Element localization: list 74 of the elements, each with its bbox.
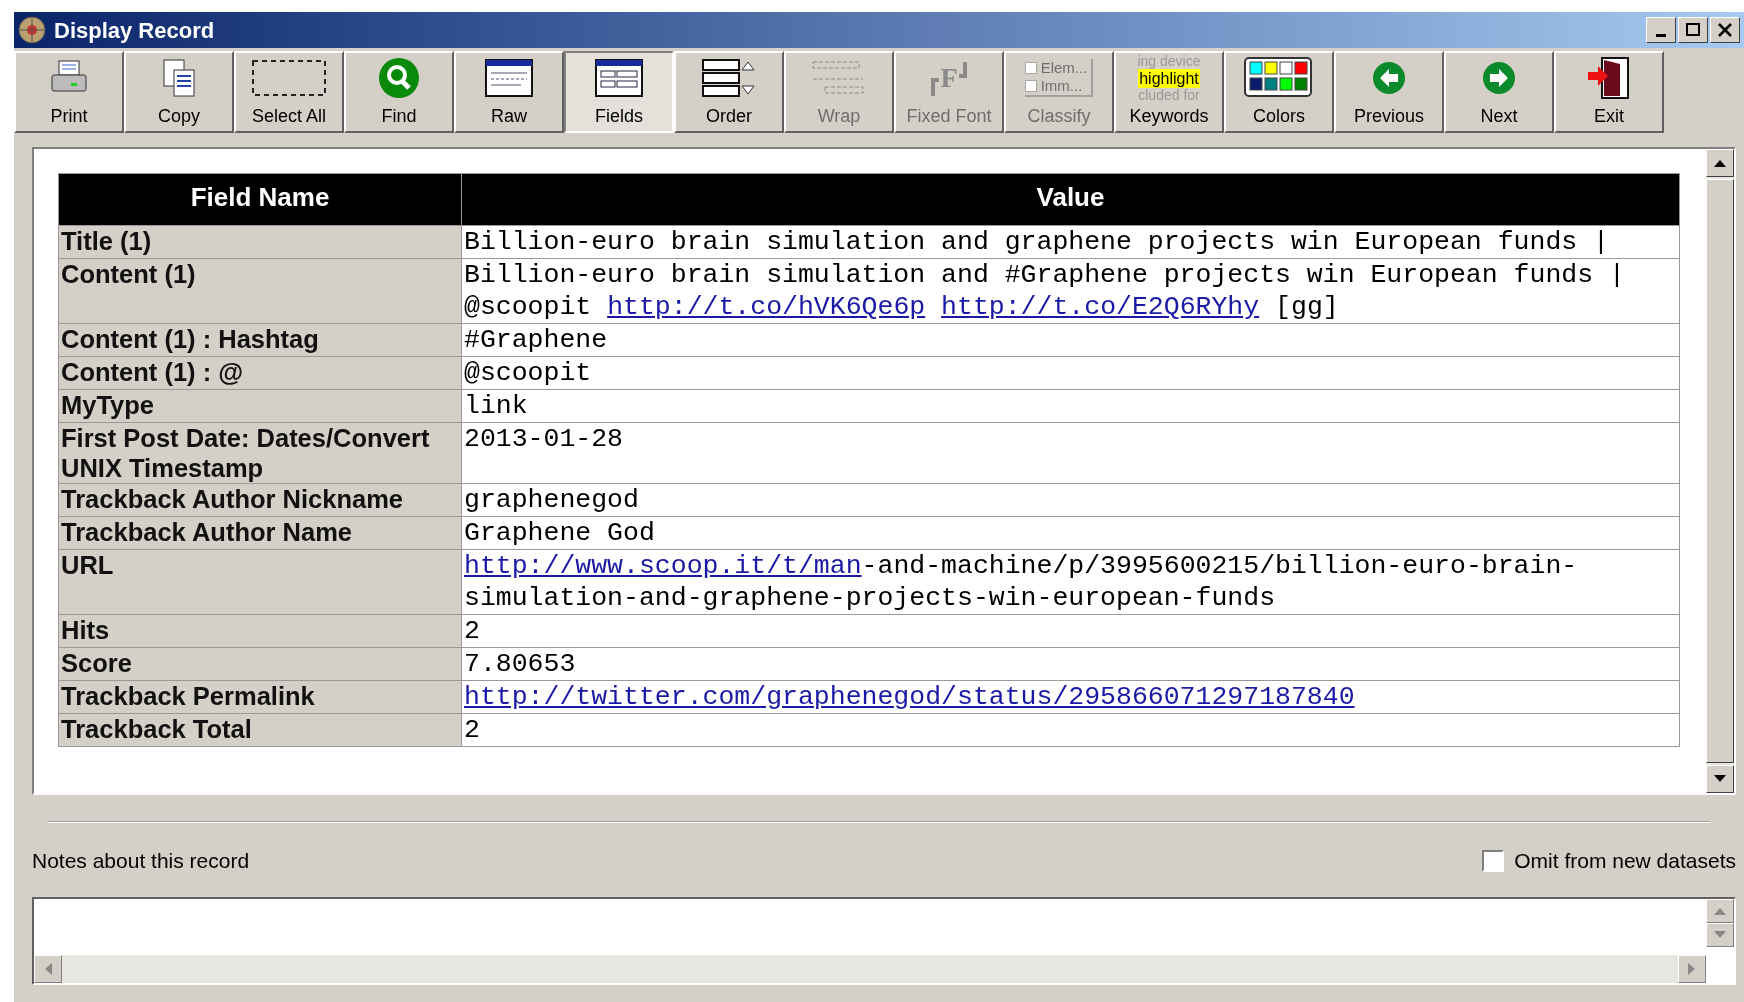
toolbar-button[interactable]: Select All bbox=[234, 51, 344, 133]
minimize-button[interactable] bbox=[1646, 17, 1676, 43]
field-name-cell: Content (1) bbox=[58, 258, 462, 324]
scroll-left-button[interactable] bbox=[34, 954, 62, 983]
toolbar-button[interactable]: Exit bbox=[1554, 51, 1664, 133]
down-arrow-icon bbox=[1714, 930, 1726, 939]
value-text: 2 bbox=[464, 616, 480, 646]
right-arrow-icon bbox=[1688, 962, 1696, 975]
toolbar-button[interactable]: Find bbox=[344, 51, 454, 133]
value-text: http://www.scoop.it/t/man-and-machine/p/3995600215/billion-euro-brain-simulation-and-graphene-projects-win-european-funds bbox=[464, 551, 1578, 613]
window-icon bbox=[485, 59, 533, 97]
value-text: @scoopit bbox=[464, 358, 592, 388]
field-name-cell: Trackback Author Nickname bbox=[58, 483, 462, 517]
toolbar-button[interactable]: Fields bbox=[564, 51, 674, 133]
field-name-cell: URL bbox=[58, 549, 462, 615]
maximize-icon bbox=[1685, 23, 1701, 37]
scroll-down-button[interactable] bbox=[1706, 765, 1734, 793]
value-text: #Graphene bbox=[464, 325, 608, 355]
up-arrow-icon bbox=[1714, 906, 1726, 915]
down-arrow-icon bbox=[1714, 775, 1726, 783]
maximize-button[interactable] bbox=[1678, 17, 1708, 43]
list-sort-icon bbox=[701, 58, 757, 98]
value-text: Billion-euro brain simulation and graphene projects win European funds | bbox=[464, 227, 1609, 257]
toolbar-button[interactable]: Copy bbox=[124, 51, 234, 133]
exit-door-icon bbox=[1586, 56, 1632, 100]
value-text: link bbox=[464, 391, 528, 421]
wrap-lines-icon bbox=[811, 59, 867, 97]
omit-label: Omit from new datasets bbox=[1514, 848, 1736, 874]
search-icon bbox=[378, 57, 420, 99]
left-arrow-icon bbox=[44, 962, 52, 975]
value-text: Billion-euro brain simulation and #Graphene projects win European funds | @scoopit http://t.co/hVK6Qe6p http://t.co/E2Q6RYhy [gg] bbox=[464, 260, 1626, 322]
field-name-cell: Trackback Author Name bbox=[58, 516, 462, 550]
notes-field[interactable] bbox=[32, 896, 1736, 985]
toolbar-button[interactable]: Previous bbox=[1334, 51, 1444, 133]
documents-icon bbox=[160, 58, 198, 98]
value-text: Graphene God bbox=[464, 518, 655, 548]
window-title: Display Record bbox=[54, 16, 215, 45]
close-button[interactable] bbox=[1710, 17, 1740, 43]
dashed-rectangle-icon bbox=[251, 59, 327, 97]
scroll-right-button[interactable] bbox=[1678, 954, 1706, 983]
omit-checkbox[interactable] bbox=[1482, 849, 1505, 872]
field-name-cell: First Post Date: Dates/Convert UNIX Timestamp bbox=[58, 422, 462, 484]
field-name-cell: Score bbox=[58, 647, 462, 681]
toolbar-button[interactable]: Colors bbox=[1224, 51, 1334, 133]
color-palette-icon bbox=[1244, 57, 1314, 99]
minimize-icon bbox=[1656, 33, 1666, 37]
column-header: Value bbox=[461, 173, 1680, 226]
field-name-cell: Content (1) : Hashtag bbox=[58, 323, 462, 357]
app-icon bbox=[18, 16, 46, 44]
notes-label: Notes about this record bbox=[32, 848, 250, 874]
scroll-up-button[interactable] bbox=[1706, 898, 1734, 923]
value-text: 7.80653 bbox=[464, 649, 576, 679]
value-text: graphenegod bbox=[464, 485, 639, 515]
link[interactable]: http://t.co/hVK6Qe6p bbox=[607, 292, 926, 322]
field-name-cell: Content (1) : @ bbox=[58, 356, 462, 390]
field-name-cell: Title (1) bbox=[58, 225, 462, 259]
toolbar-button[interactable]: Order bbox=[674, 51, 784, 133]
toolbar-button[interactable]: Next bbox=[1444, 51, 1554, 133]
link[interactable]: http://t.co/E2Q6RYhy bbox=[941, 292, 1260, 322]
field-name-cell: MyType bbox=[58, 389, 462, 423]
close-icon bbox=[1717, 23, 1733, 37]
up-arrow-icon bbox=[1714, 159, 1726, 167]
value-text: 2013-01-28 bbox=[464, 424, 624, 454]
toolbar-button[interactable]: Raw bbox=[454, 51, 564, 133]
toolbar-button[interactable]: Print bbox=[14, 51, 124, 133]
scroll-up-button[interactable] bbox=[1706, 149, 1734, 177]
field-name-cell: Hits bbox=[58, 614, 462, 648]
link[interactable]: http://www.scoop.it/t/man bbox=[464, 551, 862, 581]
column-header: Field Name bbox=[58, 173, 462, 226]
value-text: 2 bbox=[464, 715, 480, 745]
field-name-cell: Trackback Total bbox=[58, 713, 462, 747]
field-name-cell: Trackback Permalink bbox=[58, 680, 462, 714]
toolbar-button[interactable]: ing device highlight cluded for Keywords bbox=[1114, 51, 1224, 133]
window-icon bbox=[595, 59, 643, 97]
